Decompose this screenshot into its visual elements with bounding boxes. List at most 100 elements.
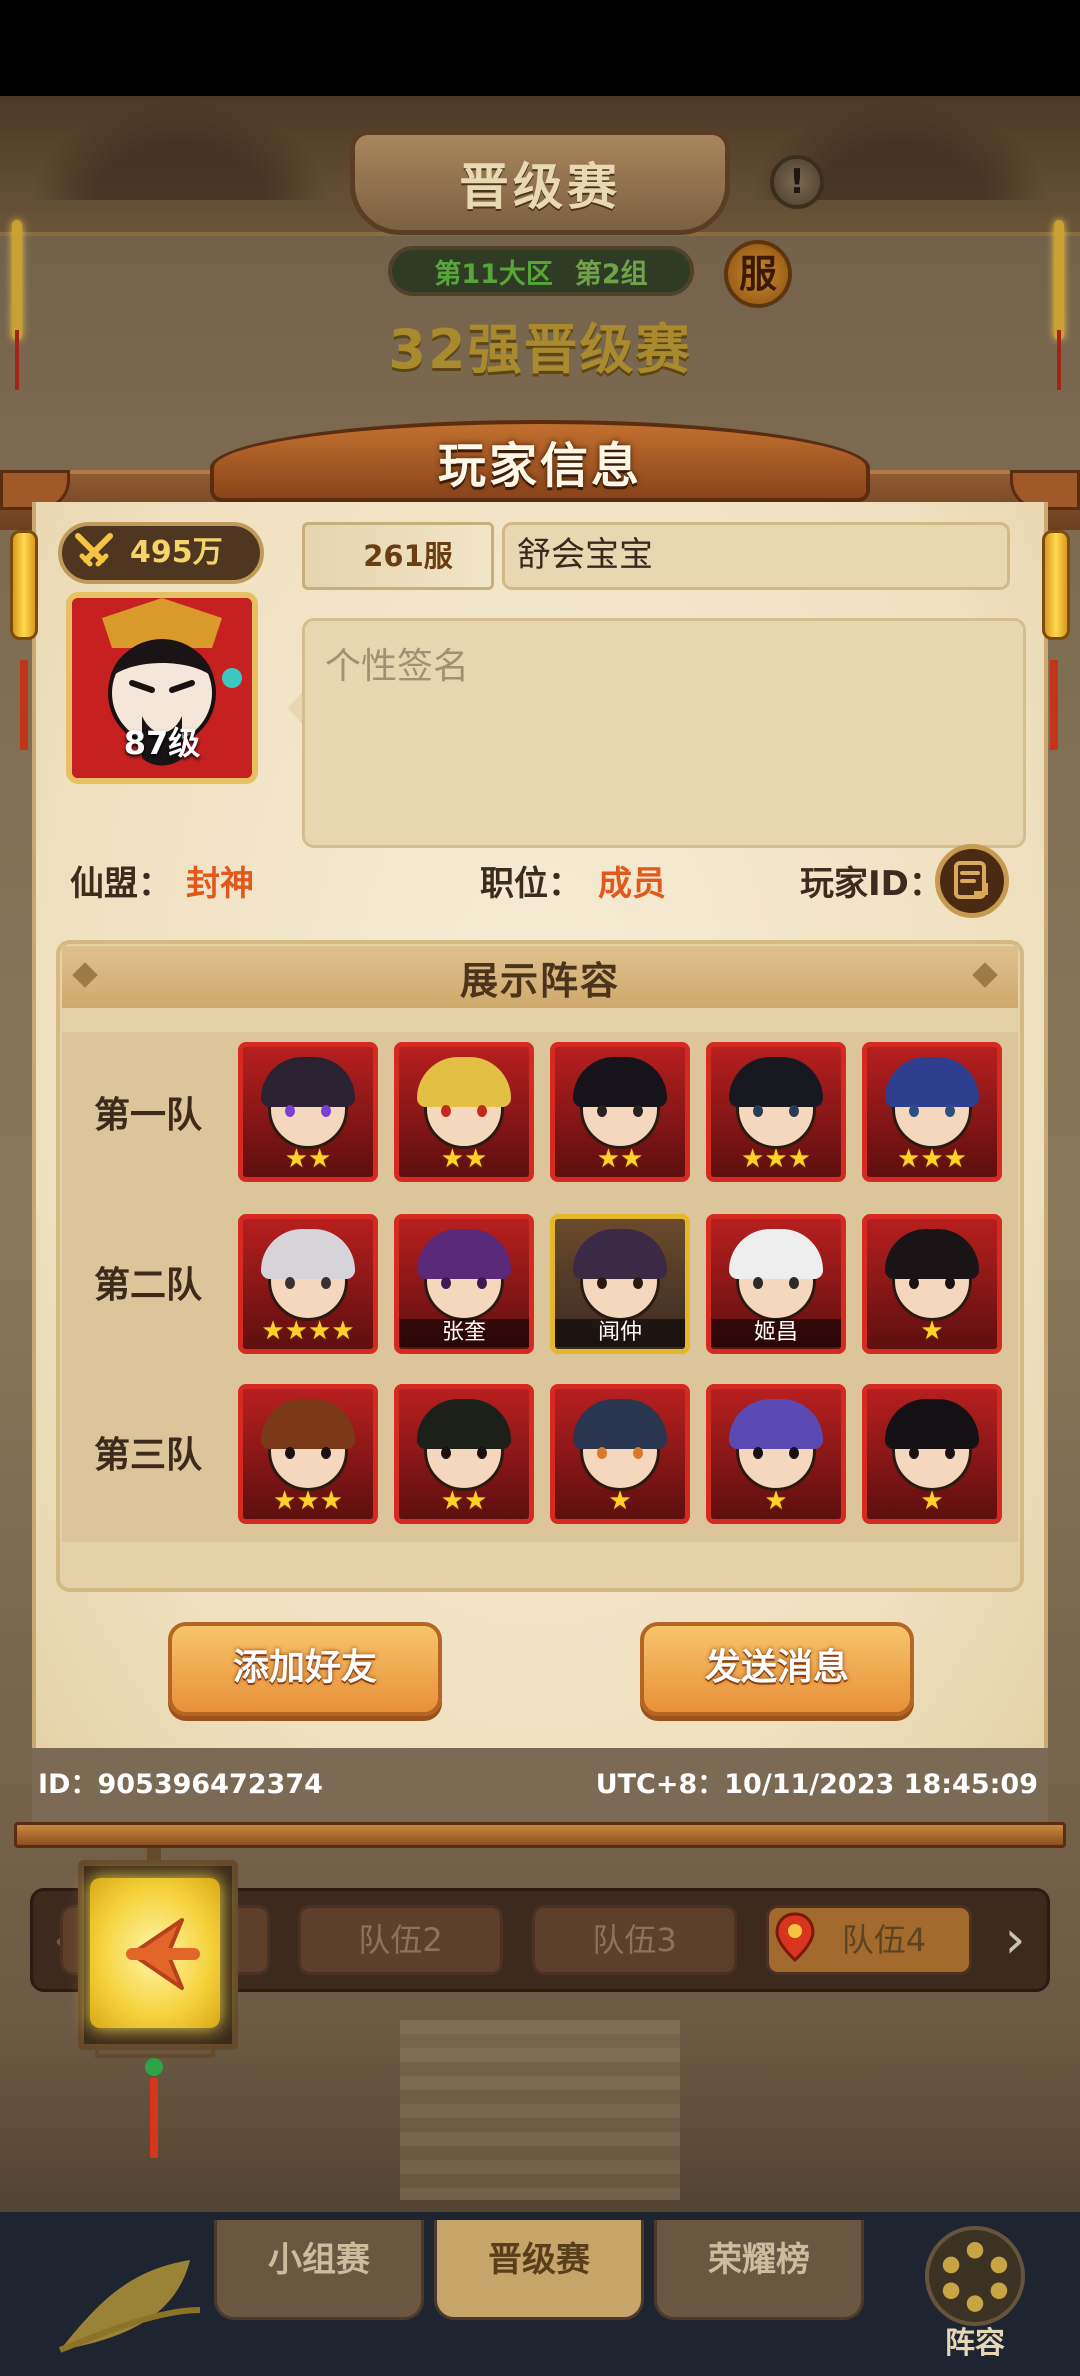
hero-card[interactable]: ★ — [862, 1384, 1002, 1524]
hero-eye — [789, 1277, 799, 1289]
server-tag: 261服 — [302, 522, 494, 590]
hero-eye — [945, 1105, 955, 1117]
hero-eye — [285, 1447, 295, 1459]
hero-card[interactable]: ★★★ — [238, 1384, 378, 1524]
star-rating: ★ — [608, 1486, 632, 1516]
scroll-rod — [1050, 660, 1058, 750]
hero-eye — [441, 1447, 451, 1459]
star-rating: ★★ — [596, 1144, 644, 1174]
lantern-icon — [1054, 220, 1064, 340]
hero-card[interactable]: ★★ — [394, 1384, 534, 1524]
hero-card[interactable]: ★★★★ — [238, 1214, 378, 1354]
chevron-right-icon[interactable]: › — [990, 1900, 1040, 1980]
hero-card[interactable]: 闻仲 — [550, 1214, 690, 1354]
hero-card[interactable]: ★ — [550, 1384, 690, 1524]
hero-card[interactable]: 姬昌 — [706, 1214, 846, 1354]
team-1-label: 第一队 — [93, 1095, 202, 1136]
lineup-button[interactable] — [925, 2226, 1025, 2326]
ginkgo-leaf-icon — [58, 2260, 201, 2353]
server-tag-text: 261服 — [363, 539, 453, 573]
hero-eye — [633, 1105, 643, 1117]
info-icon[interactable]: ! — [770, 155, 824, 209]
hero-card[interactable]: ★★★ — [862, 1042, 1002, 1182]
hero-eye — [789, 1105, 799, 1117]
crossed-swords-icon — [75, 533, 113, 567]
hero-eye — [441, 1105, 451, 1117]
hero-eye — [753, 1277, 763, 1289]
star-rating: ★ — [920, 1486, 944, 1516]
hero-name: 姬昌 — [711, 1319, 841, 1347]
hero-eye — [477, 1447, 487, 1459]
tab-honor-board[interactable]: 荣耀榜 — [654, 2220, 864, 2320]
hero-card[interactable]: 张奎 — [394, 1214, 534, 1354]
star-rating: ★★★ — [741, 1144, 811, 1174]
round-title: 32强晋级赛 — [388, 318, 692, 381]
signature-field: 个性签名 — [302, 618, 1026, 848]
hero-card[interactable]: ★★ — [394, 1042, 534, 1182]
position-value: 成员 — [598, 864, 666, 904]
hero-card[interactable]: ★ — [862, 1214, 1002, 1354]
location-pin-icon — [775, 1912, 815, 1962]
tassel — [150, 2078, 158, 2158]
hero-card[interactable]: ★★ — [238, 1042, 378, 1182]
arena-road — [400, 2020, 680, 2200]
hero-card[interactable]: ★★ — [550, 1042, 690, 1182]
hero-eye — [909, 1277, 919, 1289]
tab-promotion[interactable]: 晋级赛 — [434, 2220, 644, 2320]
player-level: 87级 — [123, 724, 201, 762]
status-bar — [0, 0, 1080, 96]
alliance-label: 仙盟： — [70, 864, 172, 904]
hero-eye — [441, 1277, 451, 1289]
group-label: 第2组 — [574, 258, 648, 290]
lineup-label: 阵容 — [945, 2326, 1005, 2361]
footer-timestamp: UTC+8：10/11/2023 18:45:09 — [595, 1769, 1038, 1800]
back-arrow-icon — [126, 1918, 200, 1990]
hero-eye — [633, 1447, 643, 1459]
combat-power-value: 495万 — [130, 535, 223, 570]
hero-card[interactable]: ★ — [706, 1384, 846, 1524]
modal-bottom-rod — [14, 1822, 1066, 1848]
page-title: 晋级赛 — [350, 130, 730, 235]
add-friend-button[interactable]: 添加好友 — [168, 1622, 442, 1716]
hero-eye — [477, 1105, 487, 1117]
tassel — [15, 330, 19, 390]
position-label: 职位： — [480, 864, 582, 904]
star-rating: ★★ — [440, 1144, 488, 1174]
modal-title-text: 玩家信息 — [437, 438, 642, 494]
hero-eye — [597, 1105, 607, 1117]
hero-eye — [477, 1277, 487, 1289]
hero-eye — [597, 1277, 607, 1289]
star-rating: ★ — [920, 1316, 944, 1346]
team-3-label: 第三队 — [93, 1435, 202, 1476]
tab-team-2[interactable]: 队伍2 — [298, 1905, 503, 1975]
server-button[interactable]: 服 — [724, 240, 792, 308]
zone-group-label: 第11大区 第2组 — [388, 246, 694, 296]
copy-icon — [954, 861, 988, 899]
back-button[interactable] — [90, 1878, 220, 2028]
footer-player-id: ID：905396472374 — [38, 1769, 323, 1800]
send-message-button[interactable]: 发送消息 — [640, 1622, 914, 1716]
star-rating: ★★★ — [897, 1144, 967, 1174]
hero-eye — [285, 1277, 295, 1289]
copy-id-button[interactable] — [935, 844, 1009, 918]
hero-eye — [753, 1447, 763, 1459]
roof-decoration — [30, 100, 330, 200]
formation-icon — [942, 2241, 1008, 2312]
star-rating: ★★★ — [273, 1486, 343, 1516]
page-title-text: 晋级赛 — [459, 157, 621, 216]
hero-eye — [633, 1277, 643, 1289]
hero-name: 张奎 — [399, 1319, 529, 1347]
player-name: 舒会宝宝 — [502, 522, 1010, 590]
zone-label: 第11大区 — [434, 258, 553, 290]
lineup-title: 展示阵容 — [459, 958, 620, 1003]
tab-team-3[interactable]: 队伍3 — [532, 1905, 737, 1975]
lantern-icon — [12, 220, 22, 340]
hero-name: 闻仲 — [555, 1319, 685, 1347]
hero-eye — [945, 1447, 955, 1459]
hero-eye — [285, 1105, 295, 1117]
hero-card[interactable]: ★★★ — [706, 1042, 846, 1182]
tab-group-stage[interactable]: 小组赛 — [214, 2220, 424, 2320]
hero-eye — [945, 1277, 955, 1289]
team-2-label: 第二队 — [93, 1265, 202, 1306]
scroll-rod — [20, 660, 28, 750]
